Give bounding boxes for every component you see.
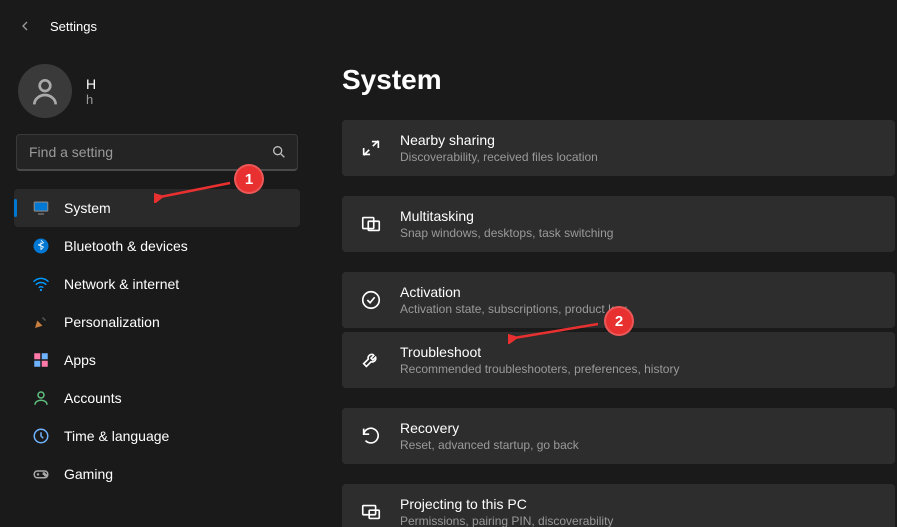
item-title: Troubleshoot <box>400 344 679 360</box>
sidebar-item-apps[interactable]: Apps <box>14 341 300 379</box>
sidebar-item-personalization[interactable]: Personalization <box>14 303 300 341</box>
personalization-icon <box>32 313 50 331</box>
sidebar-item-label: System <box>64 200 111 216</box>
sidebar-item-label: Apps <box>64 352 96 368</box>
app-title: Settings <box>50 19 97 34</box>
item-title: Projecting to this PC <box>400 496 613 512</box>
nearby-sharing-icon <box>360 137 382 159</box>
account-email: h <box>86 92 96 107</box>
page-title: System <box>342 64 895 96</box>
search-box[interactable] <box>16 134 298 171</box>
troubleshoot-row[interactable]: Troubleshoot Recommended troubleshooters… <box>342 332 895 388</box>
activation-row[interactable]: Activation Activation state, subscriptio… <box>342 272 895 328</box>
search-icon <box>271 144 287 160</box>
account-row[interactable]: H h <box>8 56 308 130</box>
gaming-icon <box>32 465 50 483</box>
sidebar-item-bluetooth[interactable]: Bluetooth & devices <box>14 227 300 265</box>
time-language-icon <box>32 427 50 445</box>
sidebar-nav: System 1 <box>8 181 308 493</box>
sidebar: H h System <box>0 52 308 527</box>
item-title: Nearby sharing <box>400 132 598 148</box>
item-desc: Reset, advanced startup, go back <box>400 438 579 452</box>
avatar-icon <box>18 64 72 118</box>
system-icon <box>32 199 50 217</box>
item-title: Multitasking <box>400 208 613 224</box>
sidebar-item-accounts[interactable]: Accounts <box>14 379 300 417</box>
recovery-row[interactable]: Recovery Reset, advanced startup, go bac… <box>342 408 895 464</box>
main-pane: System Nearby sharing Discoverability, r… <box>308 52 897 527</box>
bluetooth-icon <box>32 237 50 255</box>
sidebar-item-label: Personalization <box>64 314 160 330</box>
item-title: Recovery <box>400 420 579 436</box>
sidebar-item-label: Network & internet <box>64 276 179 292</box>
accounts-icon <box>32 389 50 407</box>
sidebar-item-time-language[interactable]: Time & language <box>14 417 300 455</box>
nearby-sharing-row[interactable]: Nearby sharing Discoverability, received… <box>342 120 895 176</box>
recovery-icon <box>360 425 382 447</box>
item-desc: Permissions, pairing PIN, discoverabilit… <box>400 514 613 527</box>
multitasking-icon <box>360 213 382 235</box>
item-desc: Snap windows, desktops, task switching <box>400 226 613 240</box>
sidebar-item-label: Gaming <box>64 466 113 482</box>
sidebar-item-label: Accounts <box>64 390 122 406</box>
projecting-icon <box>360 501 382 523</box>
apps-icon <box>32 351 50 369</box>
search-input[interactable] <box>27 143 263 161</box>
projecting-row[interactable]: Projecting to this PC Permissions, pairi… <box>342 484 895 527</box>
sidebar-item-system[interactable]: System 1 <box>14 189 300 227</box>
troubleshoot-icon <box>360 349 382 371</box>
back-button[interactable] <box>16 17 34 35</box>
sidebar-item-label: Bluetooth & devices <box>64 238 188 254</box>
account-name: H <box>86 76 96 92</box>
multitasking-row[interactable]: Multitasking Snap windows, desktops, tas… <box>342 196 895 252</box>
item-desc: Recommended troubleshooters, preferences… <box>400 362 679 376</box>
selection-indicator <box>14 199 17 217</box>
item-desc: Activation state, subscriptions, product… <box>400 302 627 316</box>
title-bar: Settings <box>0 0 897 52</box>
sidebar-item-gaming[interactable]: Gaming <box>14 455 300 493</box>
wifi-icon <box>32 275 50 293</box>
sidebar-item-network[interactable]: Network & internet <box>14 265 300 303</box>
item-desc: Discoverability, received files location <box>400 150 598 164</box>
activation-icon <box>360 289 382 311</box>
sidebar-item-label: Time & language <box>64 428 169 444</box>
item-title: Activation <box>400 284 627 300</box>
